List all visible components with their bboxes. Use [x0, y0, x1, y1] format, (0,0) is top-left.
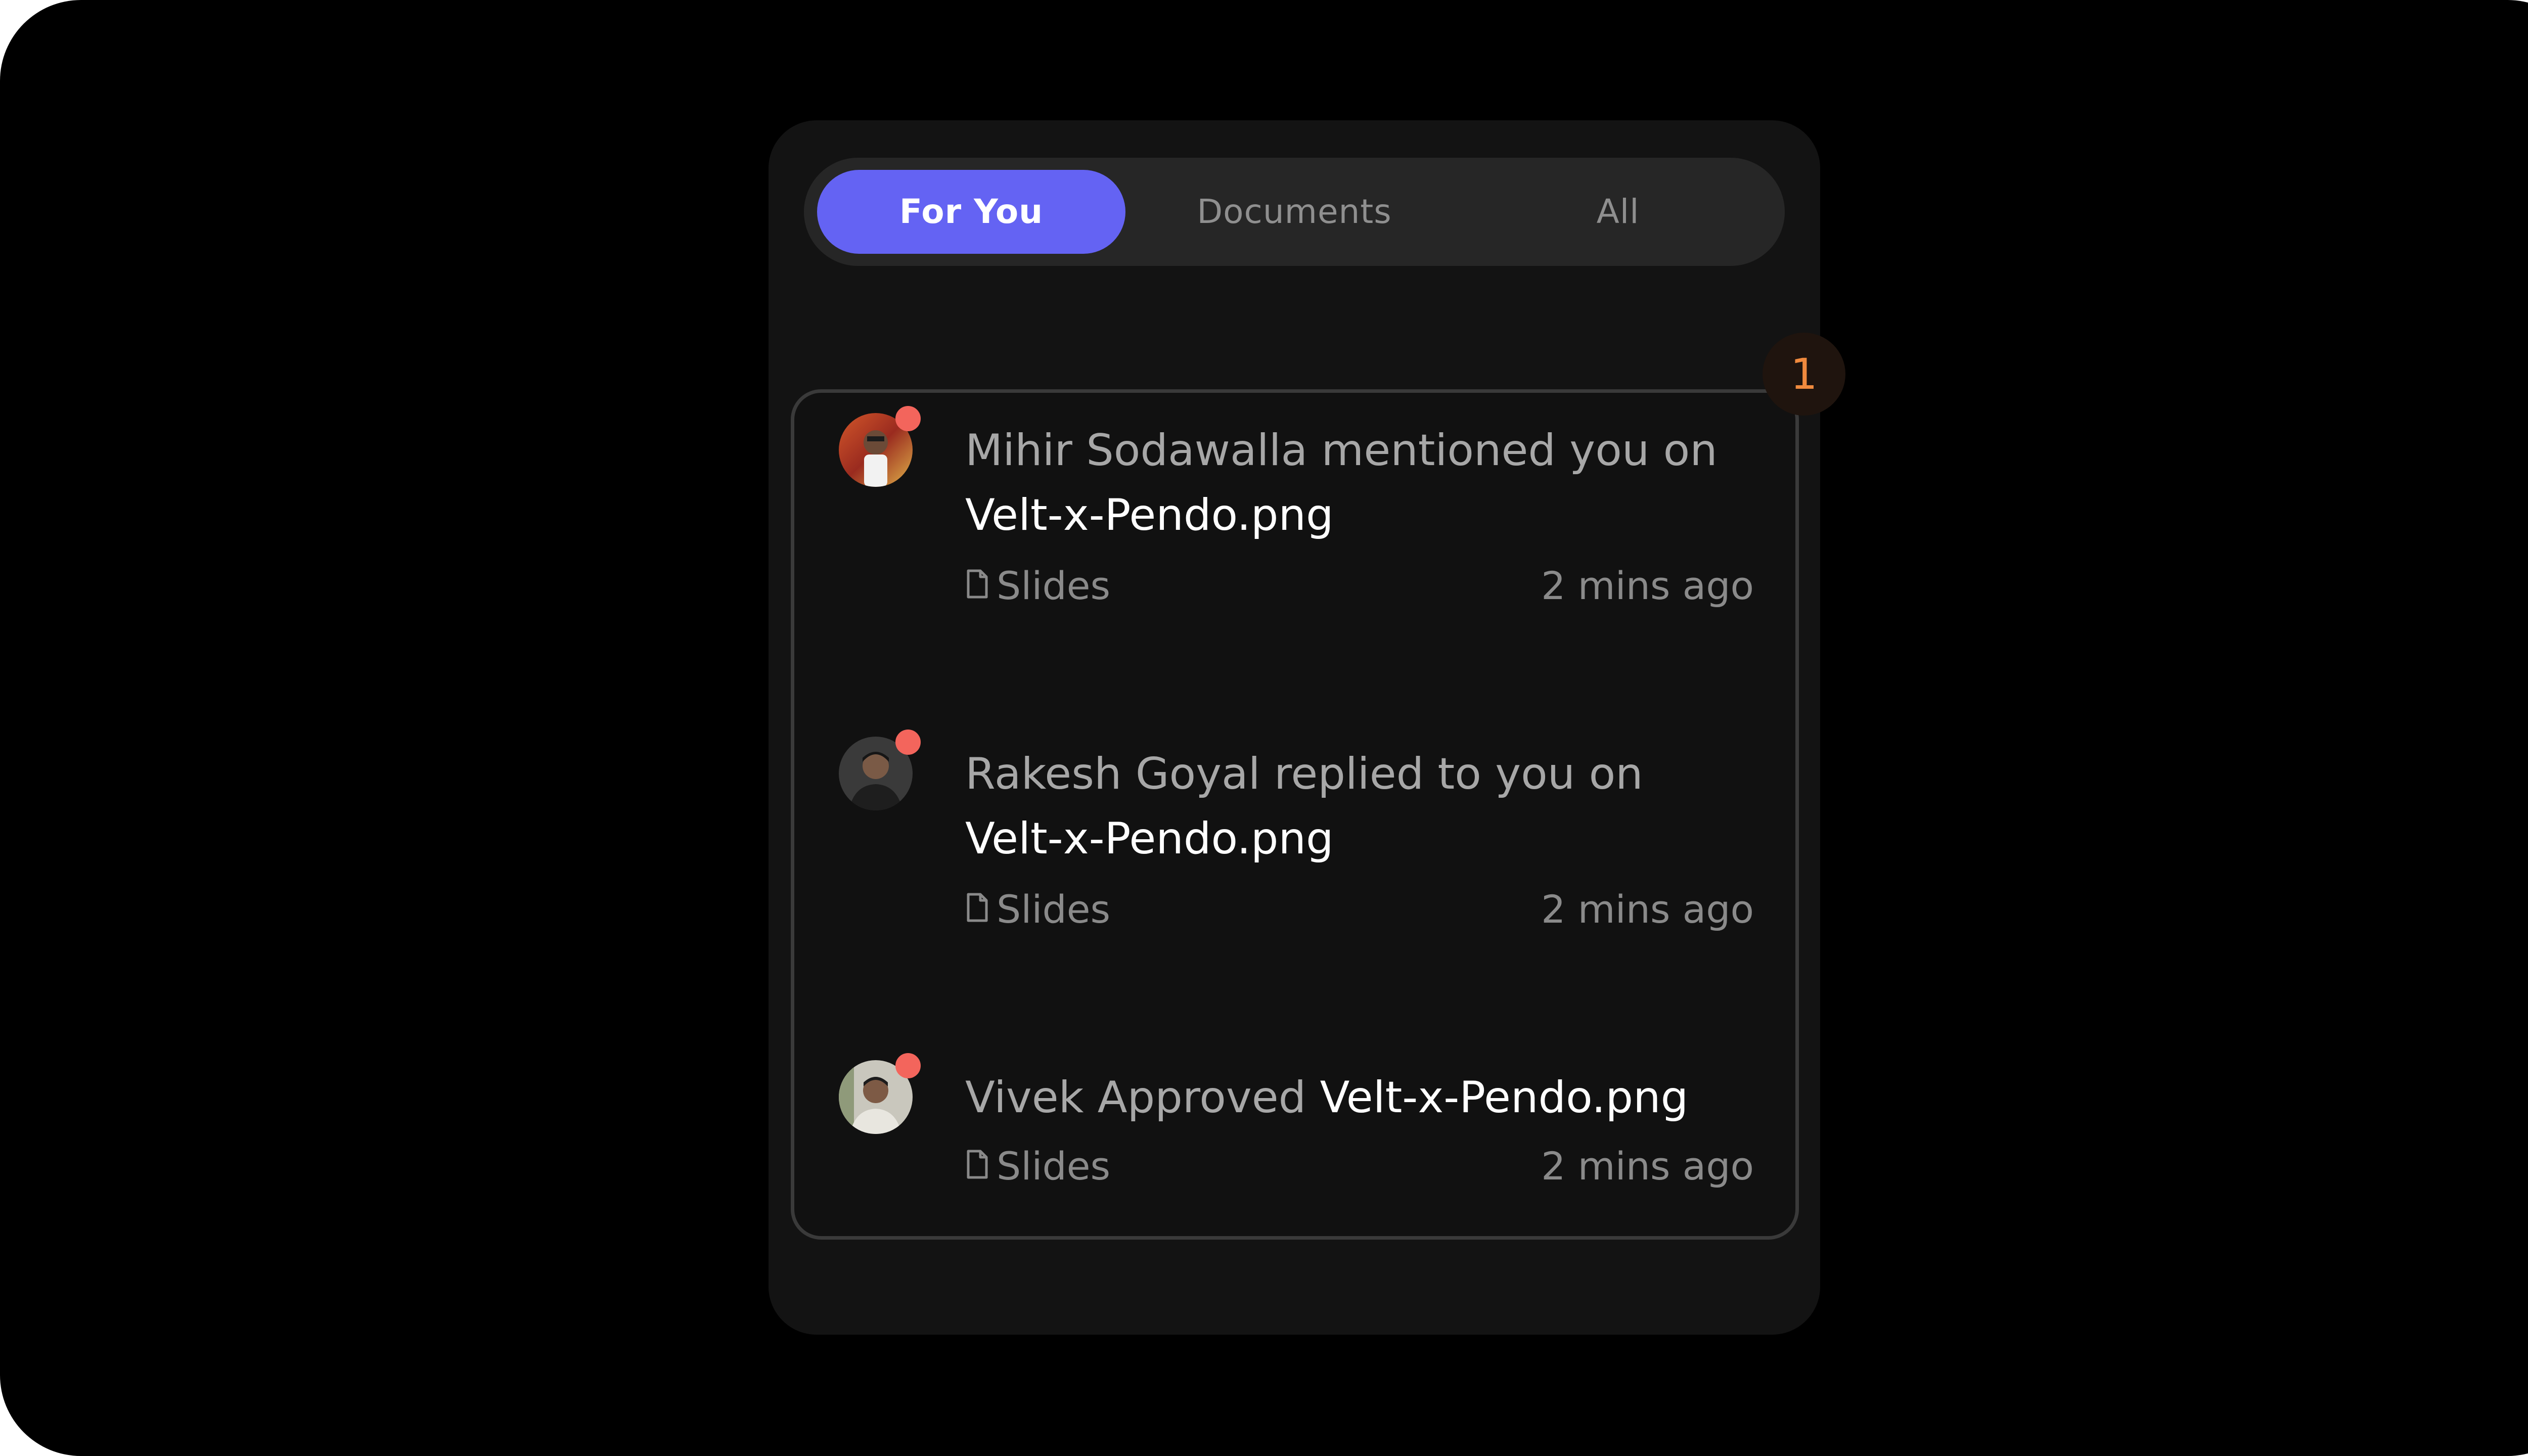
notification-meta: Slides 2 mins ago: [965, 561, 1754, 611]
tab-documents[interactable]: Documents: [1138, 170, 1451, 254]
file-icon: [965, 561, 989, 611]
unread-dot: [895, 730, 921, 755]
app-frame: For You Documents All Mihir Sodawalla me…: [0, 0, 2528, 1456]
notification-actor-text: Rakesh Goyal replied to you on: [965, 749, 1643, 799]
notification-meta: Slides 2 mins ago: [965, 884, 1754, 935]
file-icon: [965, 884, 989, 935]
timestamp: 2 mins ago: [1541, 1144, 1754, 1189]
unread-dot: [895, 406, 921, 431]
unread-count-badge: 1: [1763, 333, 1845, 416]
notification-message: Mihir Sodawalla mentioned you on Velt-x-…: [965, 418, 1754, 548]
document-link[interactable]: Velt-x-Pendo.png: [965, 490, 1334, 540]
notifications-panel: For You Documents All Mihir Sodawalla me…: [769, 120, 1845, 1335]
tab-bar: For You Documents All: [804, 158, 1785, 266]
document-type: Slides: [997, 887, 1111, 932]
document-type: Slides: [997, 563, 1111, 608]
timestamp: 2 mins ago: [1541, 563, 1754, 608]
file-icon: [965, 1141, 989, 1192]
notification-meta: Slides 2 mins ago: [965, 1141, 1754, 1192]
notification-actor-text: Mihir Sodawalla mentioned you on: [965, 425, 1718, 476]
notification-actor-text: Vivek Approved: [965, 1072, 1306, 1123]
notification-message: Vivek Approved Velt-x-Pendo.png: [965, 1065, 1754, 1130]
timestamp: 2 mins ago: [1541, 887, 1754, 932]
unread-dot: [895, 1053, 921, 1078]
document-link[interactable]: Velt-x-Pendo.png: [965, 813, 1334, 864]
document-link[interactable]: Velt-x-Pendo.png: [1320, 1072, 1689, 1123]
document-type: Slides: [997, 1144, 1111, 1189]
notification-list: Mihir Sodawalla mentioned you on Velt-x-…: [791, 389, 1799, 1240]
tab-for-you[interactable]: For You: [817, 170, 1125, 254]
notification-message: Rakesh Goyal replied to you on Velt-x-Pe…: [965, 742, 1754, 871]
tab-all[interactable]: All: [1461, 170, 1775, 254]
